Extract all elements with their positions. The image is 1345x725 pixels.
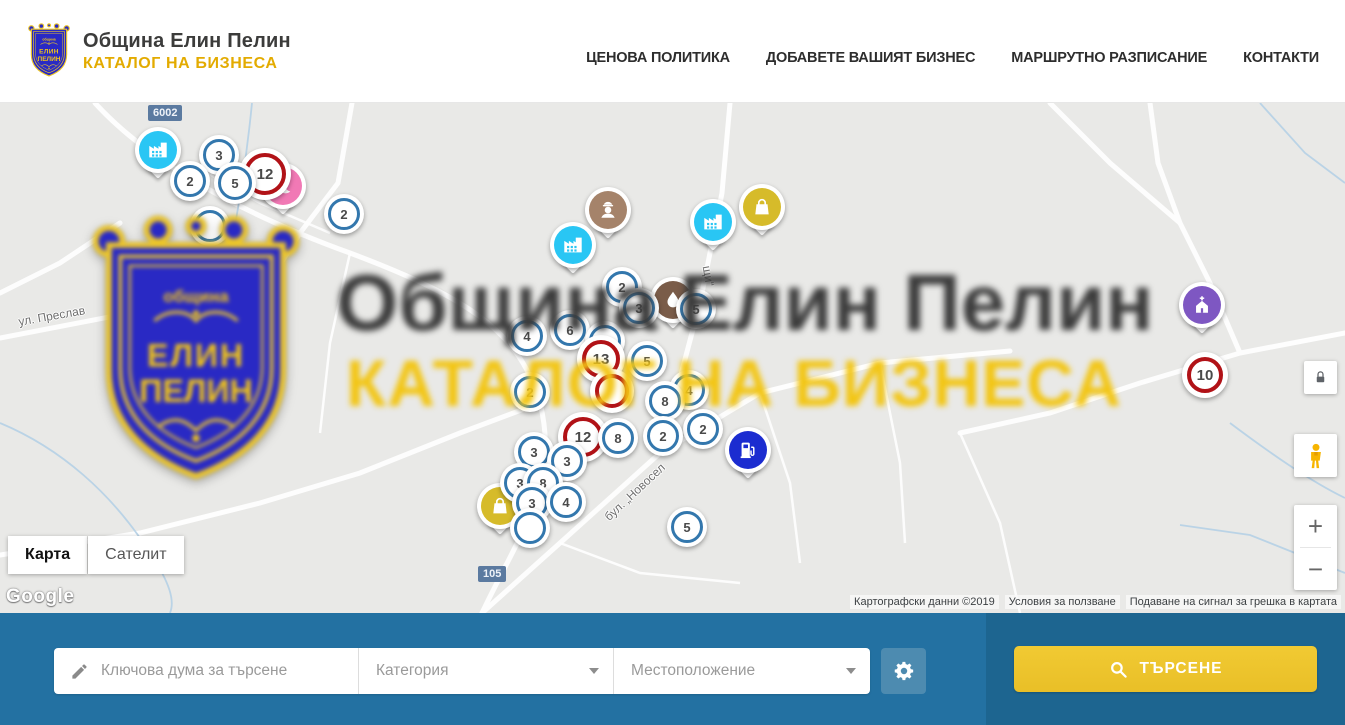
keyword-search-input[interactable] xyxy=(99,661,346,681)
category-select-value: Категория xyxy=(376,662,448,680)
category-select[interactable]: Категория xyxy=(358,648,613,694)
zoom-in-button[interactable]: + xyxy=(1294,505,1337,547)
header: община ЕЛИН ПЕЛИН Община Елин Пелин КАТА… xyxy=(0,0,1345,103)
site-title: Община Елин Пелин xyxy=(83,30,291,53)
nav-add-your-business[interactable]: ДОБАВЕТЕ ВАШИЯТ БИЗНЕС xyxy=(766,50,975,66)
cluster-marker[interactable]: 4 xyxy=(546,482,586,522)
map-attribution: Картографски данни ©2019 Условия за полз… xyxy=(850,595,1341,609)
cluster-marker[interactable]: 4 xyxy=(507,316,547,356)
gear-icon xyxy=(893,660,915,682)
cluster-marker[interactable]: 3 xyxy=(619,288,659,328)
pencil-icon xyxy=(70,662,89,681)
search-bar: Категория Местоположение Т xyxy=(0,613,1345,725)
report-map-error-link[interactable]: Подаване на сигнал за грешка в картата xyxy=(1126,595,1341,609)
crest-town-word: община xyxy=(42,38,55,42)
lock-icon xyxy=(1313,370,1328,385)
fuel-pin-marker[interactable] xyxy=(725,427,771,491)
cluster-marker[interactable] xyxy=(590,369,634,413)
crest-name-line2: ПЕЛИН xyxy=(38,56,61,63)
nav-contacts[interactable]: КОНТАКТИ xyxy=(1243,50,1319,66)
church-pin-marker[interactable] xyxy=(1179,282,1225,346)
main-nav: ЦЕНОВА ПОЛИТИКА ДОБАВЕТЕ ВАШИЯТ БИЗНЕС М… xyxy=(586,36,1319,66)
cluster-marker[interactable]: 2 xyxy=(510,372,550,412)
logo-text: Община Елин Пелин КАТАЛОГ НА БИЗНЕСА xyxy=(83,30,291,73)
search-button[interactable]: ТЪРСЕНЕ xyxy=(1014,646,1317,692)
cluster-marker[interactable]: 8 xyxy=(598,418,638,458)
cluster-marker[interactable]: 5 xyxy=(214,162,256,204)
nav-route-schedule[interactable]: МАРШРУТНО РАЗПИСАНИЕ xyxy=(1011,50,1207,66)
search-icon xyxy=(1109,660,1128,679)
factory-pin-marker[interactable] xyxy=(550,222,596,286)
cluster-marker[interactable]: 5 xyxy=(676,289,716,329)
cluster-marker[interactable]: 2 xyxy=(683,409,723,449)
keyword-field[interactable] xyxy=(54,648,358,694)
search-bar-right: ТЪРСЕНЕ xyxy=(986,613,1345,725)
municipality-crest-logo: община ЕЛИН ПЕЛИН xyxy=(26,22,72,80)
search-bar-left: Категория Местоположение xyxy=(0,613,986,725)
markers-layer: 32125223564713524821282333834510 xyxy=(0,103,1345,613)
search-panel: Категория Местоположение xyxy=(54,648,870,694)
caret-down-icon xyxy=(846,668,856,674)
cluster-marker[interactable] xyxy=(190,206,230,246)
location-select[interactable]: Местоположение xyxy=(613,648,870,694)
cluster-marker[interactable]: 5 xyxy=(627,341,667,381)
map-type-map-button[interactable]: Карта xyxy=(8,536,87,574)
terms-of-use-link[interactable]: Условия за ползване xyxy=(1005,595,1120,609)
crest-name-line1: ЕЛИН xyxy=(39,49,59,56)
lock-button[interactable] xyxy=(1304,361,1337,394)
street-view-pegman-button[interactable] xyxy=(1294,434,1337,477)
factory-pin-marker[interactable] xyxy=(690,199,736,263)
zoom-control: + − xyxy=(1294,505,1337,590)
caret-down-icon xyxy=(589,668,599,674)
advanced-settings-button[interactable] xyxy=(881,648,926,694)
site-logo[interactable]: община ЕЛИН ПЕЛИН Община Елин Пелин КАТА… xyxy=(26,22,291,80)
map-type-satellite-button[interactable]: Сателит xyxy=(88,536,183,574)
cluster-marker[interactable]: 2 xyxy=(324,194,364,234)
map-type-control: Карта Сателит xyxy=(8,536,184,574)
pegman-icon xyxy=(1302,442,1330,470)
attribution-copyright: Картографски данни ©2019 xyxy=(850,595,999,609)
bag-pin-marker[interactable] xyxy=(739,184,785,248)
zoom-out-button[interactable]: − xyxy=(1294,548,1337,590)
google-logo[interactable]: Google xyxy=(6,586,74,608)
map-canvas[interactable]: ул. Преславбул. „Новоселщи“6002105321252… xyxy=(0,103,1345,613)
cluster-marker[interactable]: 8 xyxy=(645,381,685,421)
search-button-label: ТЪРСЕНЕ xyxy=(1140,660,1223,678)
page: община ЕЛИН ПЕЛИН Община Елин Пелин КАТА… xyxy=(0,0,1345,725)
cluster-marker[interactable] xyxy=(510,508,550,548)
cluster-marker[interactable]: 2 xyxy=(170,161,210,201)
cluster-marker[interactable]: 5 xyxy=(667,507,707,547)
cluster-marker[interactable]: 10 xyxy=(1182,352,1228,398)
nav-pricing-policy[interactable]: ЦЕНОВА ПОЛИТИКА xyxy=(586,50,730,66)
location-select-value: Местоположение xyxy=(631,662,755,680)
cluster-marker[interactable]: 2 xyxy=(643,416,683,456)
site-subtitle: КАТАЛОГ НА БИЗНЕСА xyxy=(83,55,291,73)
